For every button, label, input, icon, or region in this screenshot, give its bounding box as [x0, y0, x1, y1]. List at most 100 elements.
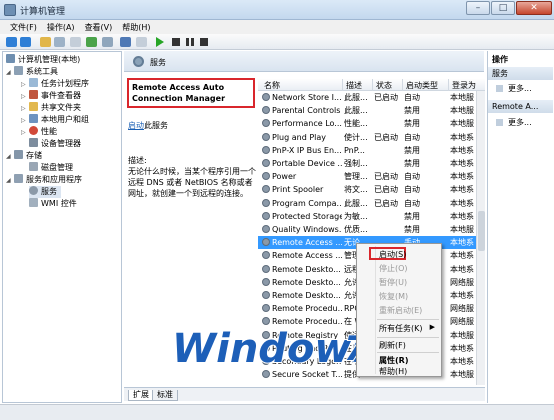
cell-desc: 管理...: [344, 170, 372, 183]
show-hide-icon[interactable]: [136, 37, 147, 47]
pause-service-icon[interactable]: [186, 38, 194, 46]
list-column-headers: 名称 描述 状态 启动类型 登录为: [258, 79, 485, 91]
restart-service-icon[interactable]: [200, 38, 208, 46]
tree-item-wmi[interactable]: WMI 控件: [29, 198, 77, 210]
table-row[interactable]: Parental Controls 此服... 禁用 本地服: [258, 104, 485, 117]
ctx-pause[interactable]: 暂停(U): [379, 277, 407, 288]
ctx-properties[interactable]: 属性(R): [379, 355, 408, 366]
ctx-resume[interactable]: 恢复(M): [379, 291, 408, 302]
cell-status: 已启动: [374, 131, 402, 144]
cell-text: Parental Controls: [272, 106, 341, 116]
menu-view[interactable]: 查看(V): [81, 20, 119, 34]
actions-pane: 操作 服务 更多... Remote A... 更多...: [487, 51, 553, 403]
tree-item-services-apps[interactable]: ◢ 服务和应用程序: [6, 174, 82, 186]
ctx-refresh[interactable]: 刷新(F): [379, 340, 406, 351]
tab-extended[interactable]: 扩展: [128, 390, 154, 401]
scrollbar-thumb[interactable]: [478, 211, 485, 251]
submenu-arrow-icon: ▶: [429, 323, 435, 331]
menu-help[interactable]: 帮助(H): [118, 20, 156, 34]
panel-header: 服务: [124, 51, 484, 72]
gear-icon: [262, 291, 270, 299]
properties-icon[interactable]: [70, 37, 81, 47]
stop-service-icon[interactable]: [172, 38, 180, 46]
ctx-start[interactable]: 启动(S): [379, 249, 406, 260]
tree-item-performance[interactable]: ▷ 性能: [21, 126, 57, 138]
minimize-button[interactable]: –: [466, 1, 490, 15]
service-description: 描述: 无论什么时候，当某个程序引用一个远程 DNS 或者 NetBIOS 名称…: [128, 156, 256, 198]
cell-text: 本地系: [450, 132, 474, 142]
table-row[interactable]: Quality Windows... 优质... 禁用 本地服: [258, 223, 485, 236]
users-icon: [29, 114, 38, 123]
list-scrollbar[interactable]: [476, 91, 485, 385]
table-row[interactable]: PnP-X IP Bus En... PnP... 禁用 本地系: [258, 144, 485, 157]
up-folder-icon[interactable]: [40, 37, 51, 47]
gear-icon: [262, 93, 270, 101]
close-button[interactable]: ✕: [516, 1, 552, 15]
tree-item-local-users[interactable]: ▷ 本地用户和组: [21, 114, 89, 126]
table-row[interactable]: Program Compa... 此服... 已启动 自动 本地系: [258, 197, 485, 210]
gear-icon: [29, 186, 38, 195]
tree-item-services[interactable]: 服务: [29, 186, 61, 198]
table-row[interactable]: Power 管理... 已启动 自动 本地系: [258, 170, 485, 183]
start-service-icon[interactable]: [156, 37, 164, 47]
export-list-icon[interactable]: [102, 37, 113, 47]
maximize-button[interactable]: □: [491, 1, 515, 15]
actions-more-selected[interactable]: 更多...: [496, 117, 532, 128]
actions-more-services[interactable]: 更多...: [496, 83, 532, 94]
ctx-all-tasks[interactable]: 所有任务(K): [379, 323, 423, 334]
cell-name: Power: [262, 170, 342, 183]
table-row[interactable]: Print Spooler 将文... 已启动 自动 本地系: [258, 183, 485, 196]
title-bar: 计算机管理 – □ ✕: [0, 0, 554, 20]
cell-text: 本地系: [450, 198, 474, 208]
actions-group-selected[interactable]: Remote A...: [488, 100, 553, 113]
wmi-icon: [29, 198, 38, 207]
menu-action[interactable]: 操作(A): [43, 20, 81, 34]
tab-standard[interactable]: 标准: [152, 390, 178, 401]
tree-item-shared-folders[interactable]: ▷ 共享文件夹: [21, 102, 81, 114]
gear-icon: [262, 225, 270, 233]
menu-file[interactable]: 文件(F): [6, 20, 43, 34]
table-row[interactable]: Network Store I... 此服... 已启动 自动 本地服: [258, 91, 485, 104]
cell-name: Remote Deskto...: [262, 289, 342, 302]
help-icon[interactable]: [120, 37, 131, 47]
gear-icon: [262, 172, 270, 181]
cell-name: Protected Storage: [262, 210, 342, 223]
cell-desc: 强制...: [344, 157, 372, 170]
cell-text: 禁用: [404, 119, 420, 129]
event-viewer-icon: [29, 90, 38, 99]
cell-desc: 此服...: [344, 91, 372, 104]
computer-icon: [6, 54, 15, 63]
col-desc[interactable]: 描述: [346, 80, 362, 91]
col-status[interactable]: 状态: [376, 80, 392, 91]
table-row[interactable]: Protected Storage 为敏... 禁用 本地系: [258, 210, 485, 223]
col-name[interactable]: 名称: [264, 80, 280, 91]
ctx-stop[interactable]: 停止(O): [379, 263, 408, 274]
tree-item-event-viewer[interactable]: ▷ 事件查看器: [21, 90, 81, 102]
start-service-link[interactable]: 启动: [128, 121, 144, 130]
console-tree-icon[interactable]: [54, 37, 65, 47]
refresh-icon[interactable]: [86, 37, 97, 47]
back-icon[interactable]: [6, 37, 17, 47]
tree-item-storage[interactable]: ◢ 存储: [6, 150, 42, 162]
window-controls: – □ ✕: [466, 1, 552, 15]
tree-item-task-scheduler[interactable]: ▷ 任务计划程序: [21, 78, 89, 90]
col-startup-type[interactable]: 启动类型: [406, 80, 438, 91]
ctx-help[interactable]: 帮助(H): [379, 366, 407, 377]
table-row[interactable]: Performance Lo... 性能... 禁用 本地服: [258, 117, 485, 130]
table-row[interactable]: Plug and Play 使计... 已启动 自动 本地系: [258, 131, 485, 144]
cell-text: 本地系: [450, 211, 474, 221]
cell-text: 网络服: [450, 304, 474, 314]
cell-name: Remote Access ...: [262, 236, 342, 249]
cell-text: 管理...: [344, 172, 368, 182]
ctx-restart[interactable]: 重新启动(E): [379, 305, 422, 316]
col-logon-as[interactable]: 登录为: [452, 80, 476, 91]
cell-status: 已启动: [374, 183, 402, 196]
tree-root[interactable]: 计算机管理(本地): [6, 54, 80, 66]
table-row[interactable]: Portable Device ... 强制... 禁用 本地系: [258, 157, 485, 170]
actions-group-services[interactable]: 服务: [488, 67, 553, 80]
tree-item-disk-management[interactable]: 磁盘管理: [29, 162, 73, 174]
tree-item-device-manager[interactable]: 设备管理器: [29, 138, 81, 150]
tree-item-system-tools[interactable]: ◢ 系统工具: [6, 66, 58, 78]
forward-icon[interactable]: [20, 37, 31, 47]
gear-icon: [262, 145, 270, 154]
